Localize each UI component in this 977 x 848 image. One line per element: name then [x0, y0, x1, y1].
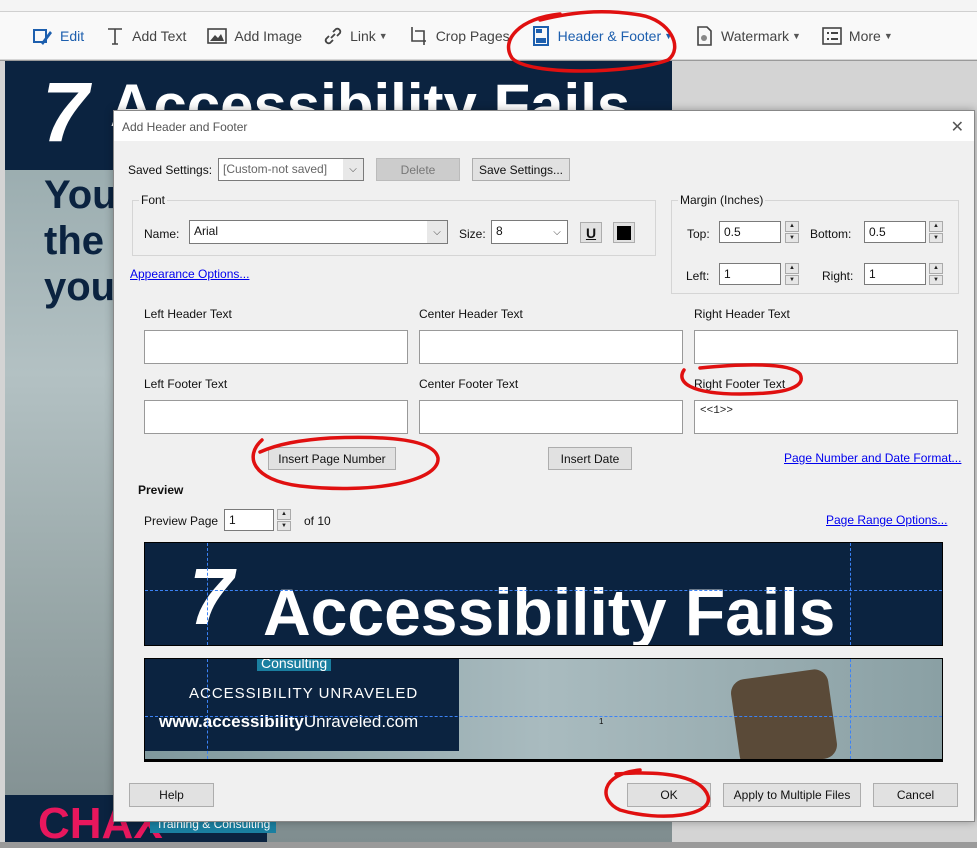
- insert-date-button[interactable]: Insert Date: [548, 447, 632, 470]
- preview-header-region: 7 Accessibility Fails: [144, 542, 943, 646]
- underline-button[interactable]: U: [580, 222, 602, 243]
- font-size-select[interactable]: 8 ⌵: [491, 220, 568, 244]
- edit-icon: [33, 28, 52, 45]
- link-icon: [324, 27, 342, 44]
- image-icon: [207, 27, 228, 44]
- chevron-down-icon: ▼: [664, 30, 674, 41]
- text-icon: [108, 27, 123, 45]
- save-settings-button[interactable]: Save Settings...: [472, 158, 570, 181]
- font-name-select[interactable]: Arial ⌵: [189, 220, 448, 244]
- saved-settings-select[interactable]: [Custom-not saved] ⌵: [218, 158, 364, 181]
- preview-url: www.accessibilityUnraveled.com: [159, 712, 419, 731]
- header-footer-icon: [532, 25, 549, 46]
- preview-title: Accessibility Fails: [263, 575, 836, 646]
- font-color-button[interactable]: [613, 222, 635, 243]
- add-image-button[interactable]: Add Image: [206, 25, 302, 47]
- font-name-label: Name:: [144, 227, 180, 241]
- link-button[interactable]: Link ▼: [322, 25, 388, 47]
- more-icon: [822, 26, 842, 45]
- left-footer-label: Left Footer Text: [144, 377, 228, 391]
- preview-tagline: ACCESSIBILITY UNRAVELED: [189, 685, 419, 702]
- appearance-options-link[interactable]: Appearance Options...: [130, 267, 249, 281]
- center-footer-label: Center Footer Text: [419, 377, 519, 391]
- hammer-image: [729, 667, 839, 759]
- watermark-icon: [697, 25, 712, 46]
- delete-button[interactable]: Delete: [376, 158, 460, 181]
- chevron-down-icon: ▼: [378, 30, 388, 41]
- right-header-input[interactable]: [694, 330, 958, 364]
- preview-label: Preview: [138, 483, 184, 497]
- bottom-margin-input[interactable]: 0.5: [864, 221, 926, 243]
- chevron-down-icon: ▼: [791, 30, 801, 41]
- right-margin-input[interactable]: 1: [864, 263, 926, 285]
- top-margin-stepper[interactable]: ▲ ▼: [785, 221, 799, 243]
- close-icon[interactable]: ✕: [951, 117, 964, 137]
- preview-page-stepper[interactable]: ▲ ▼: [277, 509, 291, 531]
- ok-button[interactable]: OK: [627, 783, 711, 807]
- center-header-input[interactable]: [419, 330, 683, 364]
- preview-brand: Consulting: [257, 659, 332, 671]
- chevron-down-icon: ⌵: [427, 221, 447, 243]
- right-footer-label: Right Footer Text: [694, 377, 786, 391]
- top-margin-input[interactable]: 0.5: [719, 221, 781, 243]
- edit-button[interactable]: Edit: [32, 25, 84, 47]
- preview-page-count: of 10: [304, 514, 331, 528]
- page-title-number: 7: [42, 65, 89, 159]
- center-footer-input[interactable]: [419, 400, 683, 434]
- edit-toolbar: Edit Add Text Add Image Link ▼ Crop Pages…: [0, 12, 977, 60]
- center-header-label: Center Header Text: [419, 307, 523, 321]
- add-header-footer-dialog: Add Header and Footer ✕ Saved Settings: …: [113, 110, 975, 822]
- page-number-date-format-link[interactable]: Page Number and Date Format...: [784, 451, 961, 465]
- left-header-label: Left Header Text: [144, 307, 232, 321]
- font-group: Font Name: Arial ⌵ Size: 8 ⌵ U: [132, 193, 656, 256]
- preview-pane: 7 Accessibility Fails Consulting ACCESSI…: [144, 542, 943, 762]
- chevron-down-icon: ▼: [883, 30, 893, 41]
- insert-page-number-button[interactable]: Insert Page Number: [268, 447, 396, 470]
- help-button[interactable]: Help: [129, 783, 214, 807]
- chevron-down-icon: ⌵: [343, 159, 363, 180]
- right-footer-input[interactable]: <<1>>: [694, 400, 958, 434]
- right-margin-stepper[interactable]: ▲ ▼: [929, 263, 943, 285]
- margin-group: Margin (Inches) Top: 0.5 ▲ ▼ Bottom: 0.5 …: [671, 193, 959, 294]
- preview-title-number: 7: [189, 552, 234, 641]
- font-size-label: Size:: [459, 227, 486, 241]
- crop-icon: [410, 26, 426, 45]
- left-footer-input[interactable]: [144, 400, 408, 434]
- crop-pages-button[interactable]: Crop Pages: [408, 25, 510, 47]
- bottom-margin-stepper[interactable]: ▲ ▼: [929, 221, 943, 243]
- preview-footer-region: Consulting ACCESSIBILITY UNRAVELED www.a…: [144, 658, 943, 762]
- right-header-label: Right Header Text: [694, 307, 790, 321]
- apply-multiple-files-button[interactable]: Apply to Multiple Files: [723, 783, 861, 807]
- watermark-button[interactable]: Watermark ▼: [693, 25, 801, 47]
- dialog-title: Add Header and Footer: [114, 111, 974, 141]
- left-margin-input[interactable]: 1: [719, 263, 781, 285]
- preview-footer-page-number: 1: [599, 717, 604, 726]
- color-swatch: [617, 225, 631, 240]
- more-button[interactable]: More ▼: [821, 25, 893, 47]
- page-subtitle: You the you: [44, 173, 117, 309]
- header-footer-button[interactable]: Header & Footer ▼: [530, 25, 673, 47]
- preview-page-input[interactable]: 1: [224, 509, 274, 531]
- saved-settings-label: Saved Settings:: [128, 163, 213, 177]
- page-range-options-link[interactable]: Page Range Options...: [826, 513, 947, 527]
- left-header-input[interactable]: [144, 330, 408, 364]
- top-tab-strip: [0, 0, 977, 12]
- left-margin-stepper[interactable]: ▲ ▼: [785, 263, 799, 285]
- add-text-button[interactable]: Add Text: [104, 25, 186, 47]
- cancel-button[interactable]: Cancel: [873, 783, 958, 807]
- preview-page-label: Preview Page: [144, 514, 219, 528]
- chevron-down-icon: ⌵: [547, 221, 567, 243]
